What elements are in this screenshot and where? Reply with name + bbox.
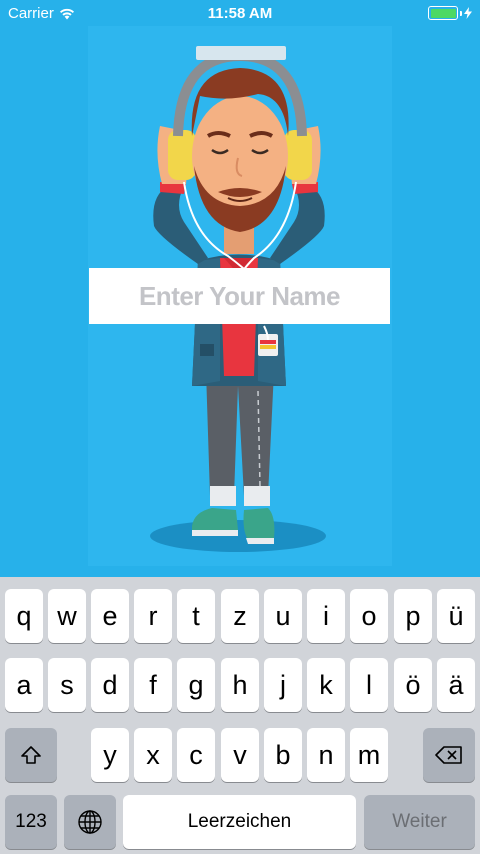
space-key[interactable]: Leerzeichen bbox=[123, 795, 356, 849]
key-u-umlaut[interactable]: ü bbox=[437, 589, 475, 643]
key-l[interactable]: l bbox=[350, 658, 388, 712]
key-h[interactable]: h bbox=[221, 658, 259, 712]
key-z[interactable]: z bbox=[221, 589, 259, 643]
globe-key[interactable] bbox=[64, 795, 116, 849]
backspace-icon bbox=[435, 746, 462, 764]
key-i[interactable]: i bbox=[307, 589, 345, 643]
key-b[interactable]: b bbox=[264, 728, 302, 782]
key-o-umlaut[interactable]: ö bbox=[394, 658, 432, 712]
key-a[interactable]: a bbox=[5, 658, 43, 712]
shift-icon bbox=[21, 746, 41, 764]
key-x[interactable]: x bbox=[134, 728, 172, 782]
key-y[interactable]: y bbox=[91, 728, 129, 782]
key-o[interactable]: o bbox=[350, 589, 388, 643]
key-e[interactable]: e bbox=[91, 589, 129, 643]
key-k[interactable]: k bbox=[307, 658, 345, 712]
return-key[interactable]: Weiter bbox=[364, 795, 475, 849]
battery-icon bbox=[428, 6, 458, 20]
key-a-umlaut[interactable]: ä bbox=[437, 658, 475, 712]
key-t[interactable]: t bbox=[177, 589, 215, 643]
key-f[interactable]: f bbox=[134, 658, 172, 712]
keyboard: q w e r t z u i o p ü a s d f g h j k l … bbox=[0, 577, 480, 854]
key-v[interactable]: v bbox=[221, 728, 259, 782]
key-d[interactable]: d bbox=[91, 658, 129, 712]
key-u[interactable]: u bbox=[264, 589, 302, 643]
key-g[interactable]: g bbox=[177, 658, 215, 712]
numbers-key[interactable]: 123 bbox=[5, 795, 57, 849]
battery-indicator bbox=[428, 6, 472, 20]
battery-tip bbox=[460, 10, 462, 16]
backspace-key[interactable] bbox=[423, 728, 475, 782]
key-r[interactable]: r bbox=[134, 589, 172, 643]
battery-level-fill bbox=[430, 8, 456, 18]
key-j[interactable]: j bbox=[264, 658, 302, 712]
key-m[interactable]: m bbox=[350, 728, 388, 782]
key-c[interactable]: c bbox=[177, 728, 215, 782]
key-p[interactable]: p bbox=[394, 589, 432, 643]
key-w[interactable]: w bbox=[48, 589, 86, 643]
key-n[interactable]: n bbox=[307, 728, 345, 782]
globe-icon bbox=[78, 810, 102, 834]
key-q[interactable]: q bbox=[5, 589, 43, 643]
name-input[interactable] bbox=[89, 268, 390, 324]
charging-bolt-icon bbox=[464, 7, 472, 19]
key-s[interactable]: s bbox=[48, 658, 86, 712]
status-bar: Carrier 11:58 AM bbox=[0, 0, 480, 28]
shift-key[interactable] bbox=[5, 728, 57, 782]
clock: 11:58 AM bbox=[207, 5, 273, 22]
